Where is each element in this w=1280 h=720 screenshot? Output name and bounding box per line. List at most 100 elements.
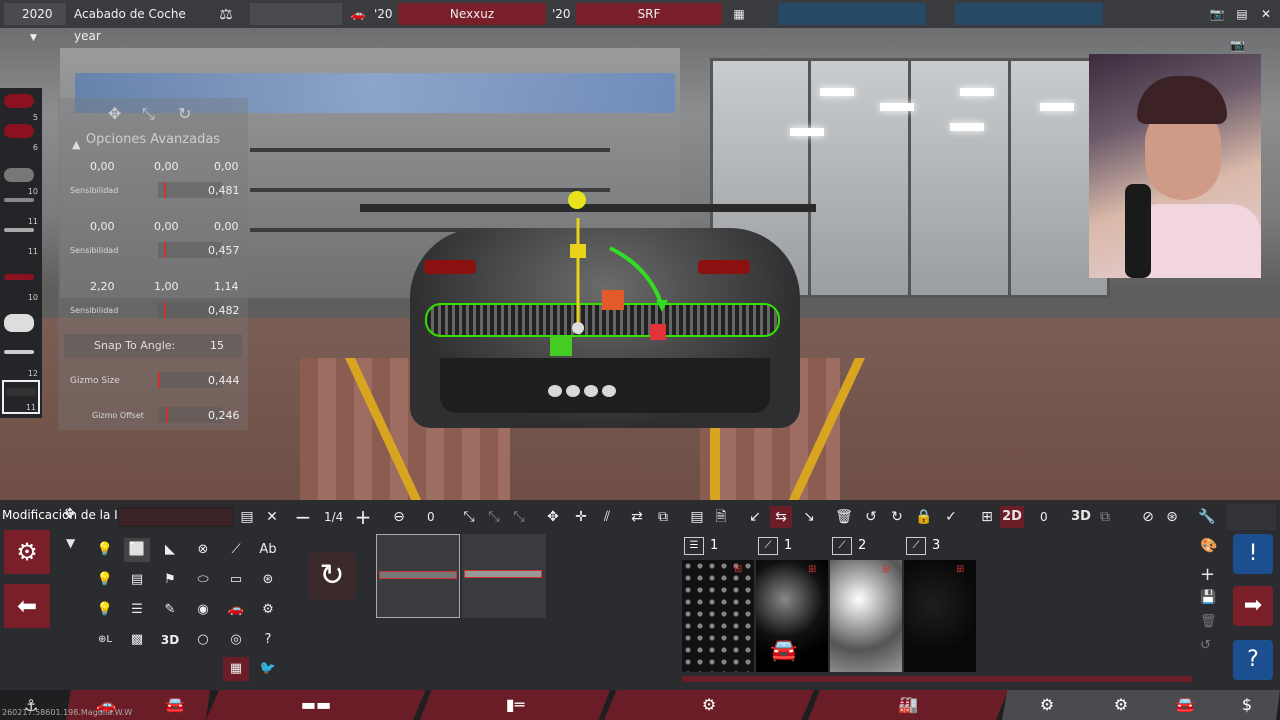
trash-icon[interactable]: 🗑: [833, 506, 855, 528]
move-icon[interactable]: ✥: [542, 506, 564, 528]
material-header-stripes-2[interactable]: ⟋ 2: [832, 536, 866, 556]
tab-production[interactable]: 🏭: [808, 690, 1008, 720]
light-icon[interactable]: 💡: [92, 598, 118, 622]
wheel-icon[interactable]: ⊛: [1161, 506, 1183, 528]
scale-z[interactable]: 1,14: [214, 280, 239, 293]
keyboard-icon[interactable]: ▦: [223, 657, 249, 681]
move-horizontal-icon[interactable]: ✛: [570, 506, 592, 528]
plus-icon[interactable]: +: [352, 506, 374, 528]
scale-x[interactable]: 2,20: [90, 280, 115, 293]
screenshot-icon[interactable]: 📷: [1230, 38, 1245, 52]
minus-icon[interactable]: −: [292, 506, 314, 528]
warning-icon[interactable]: !: [1233, 534, 1273, 574]
material-chrome[interactable]: [830, 560, 902, 672]
mirror-icon[interactable]: ⇆: [770, 506, 792, 528]
layer-thumb[interactable]: [2, 308, 40, 342]
clear-icon[interactable]: ✕: [261, 506, 283, 528]
rotation-y[interactable]: 0,00: [154, 220, 179, 233]
material-header-stripes[interactable]: ⟋ 1: [758, 536, 792, 556]
palette-icon[interactable]: 🎨: [1200, 538, 1217, 554]
settings-gear-icon[interactable]: ⚙: [4, 530, 50, 574]
tool-icon[interactable]: ✎: [157, 598, 183, 622]
tab-locked-2[interactable]: ⚙: [1086, 690, 1156, 720]
rotate-left-icon[interactable]: ↺: [860, 506, 882, 528]
delete-icon[interactable]: 🗑: [1200, 614, 1217, 629]
rotate-icon[interactable]: ↻: [178, 104, 191, 123]
value-a[interactable]: 0: [427, 510, 435, 524]
layer-thumb[interactable]: 10: [2, 268, 40, 302]
layer-thumb-selected[interactable]: 11: [2, 380, 40, 414]
camera-icon[interactable]: 📷: [1208, 3, 1226, 25]
keyboard-icon[interactable]: ▦: [730, 3, 748, 25]
tab-locked-3[interactable]: 🚘: [1150, 690, 1220, 720]
layer-name-input[interactable]: [118, 507, 234, 527]
light-icon[interactable]: 💡: [92, 538, 118, 562]
rim-icon[interactable]: ⊛: [255, 568, 281, 592]
balance-icon[interactable]: ⚖: [216, 3, 236, 25]
square-shape-icon[interactable]: ⬜: [124, 538, 150, 562]
tab-interior[interactable]: ▬▬: [206, 690, 426, 720]
eye-icon[interactable]: ◉: [190, 598, 216, 622]
wrench-icon[interactable]: 🔧: [1196, 506, 1218, 528]
texture-icon[interactable]: ▩: [124, 628, 150, 652]
position-x[interactable]: 0,00: [90, 160, 115, 173]
target-icon[interactable]: ◎: [223, 628, 249, 652]
document-icon[interactable]: 🗎: [710, 506, 732, 528]
flag-icon[interactable]: ⚑: [157, 568, 183, 592]
material-slot-icon[interactable]: ⊞: [734, 564, 742, 575]
text-tool-icon[interactable]: Ab: [255, 538, 281, 562]
mode-2d[interactable]: 2D: [1000, 506, 1024, 528]
blue-slot-1[interactable]: [778, 3, 926, 25]
transform-gizmo[interactable]: [540, 188, 680, 358]
forward-arrow-icon[interactable]: ➡: [1233, 586, 1273, 626]
stripes-icon[interactable]: ☰: [124, 598, 150, 622]
paste-icon[interactable]: ▤: [686, 506, 708, 528]
three-d-icon[interactable]: 3D: [157, 628, 183, 652]
car-side-icon[interactable]: 🚗: [223, 598, 249, 622]
snap-to-angle-field[interactable]: Snap To Angle: 15: [64, 334, 242, 358]
material-mesh[interactable]: [682, 560, 754, 672]
save-disk-icon[interactable]: 💾: [1200, 590, 1216, 605]
decal-preview-selected[interactable]: [376, 534, 460, 618]
material-matte[interactable]: [904, 560, 976, 672]
material-slot-icon[interactable]: ⊞: [882, 564, 890, 575]
layer-thumbnails[interactable]: 5 6 10 11 11 10 12 11: [0, 88, 42, 418]
twitter-icon[interactable]: 🐦: [255, 657, 281, 681]
material-header-stripes-3[interactable]: ⟋ 3: [906, 536, 940, 556]
player-name[interactable]: Nexxuz: [398, 3, 546, 25]
plate-icon[interactable]: ▭: [223, 568, 249, 592]
no-symbol-icon[interactable]: ⊘: [1137, 506, 1159, 528]
save-icon[interactable]: ▤: [1234, 3, 1250, 25]
circle-icon[interactable]: ○: [190, 628, 216, 652]
slash-shape-icon[interactable]: ⟋: [223, 538, 249, 562]
mode-3d[interactable]: 3D: [1068, 506, 1094, 528]
layer-thumb[interactable]: 12: [2, 344, 40, 378]
gear-alt-icon[interactable]: ⚙: [255, 598, 281, 622]
link-icon[interactable]: ⊕L: [92, 628, 118, 652]
material-gloss-black[interactable]: 🚘: [756, 560, 828, 672]
material-slot-icon[interactable]: ⊞: [956, 564, 964, 575]
layer-thumb[interactable]: 6: [2, 118, 40, 152]
move-cursor-icon[interactable]: ✥: [64, 506, 76, 522]
scale-y[interactable]: 1,00: [154, 280, 179, 293]
resize-a-icon[interactable]: ⤡: [483, 506, 505, 528]
hide-icon[interactable]: ⊖: [388, 506, 410, 528]
year-selector[interactable]: 2020 ▼: [4, 3, 66, 43]
layers-list-icon[interactable]: ▤: [236, 506, 258, 528]
material-slot-icon[interactable]: ⊞: [808, 564, 816, 575]
layer-thumb[interactable]: 10: [2, 162, 40, 196]
dropdown-arrow-icon[interactable]: ▼: [66, 536, 75, 550]
perspective-icon[interactable]: ⧉: [1094, 506, 1116, 528]
tab-design[interactable]: 🚘: [140, 690, 210, 720]
material-scrollbar[interactable]: [682, 676, 1192, 682]
layer-thumb[interactable]: 5: [2, 88, 40, 122]
back-arrow-icon[interactable]: ⬅: [4, 584, 50, 628]
move-icon[interactable]: ✥: [108, 104, 121, 123]
position-z[interactable]: 0,00: [214, 160, 239, 173]
rotate-right-icon[interactable]: ↻: [886, 506, 908, 528]
tab-market[interactable]: $: [1214, 690, 1280, 720]
list-icon[interactable]: ▤: [124, 568, 150, 592]
rotation-x[interactable]: 0,00: [90, 220, 115, 233]
copy-icon[interactable]: ⧉: [652, 506, 674, 528]
close-icon[interactable]: ✕: [1258, 3, 1274, 25]
